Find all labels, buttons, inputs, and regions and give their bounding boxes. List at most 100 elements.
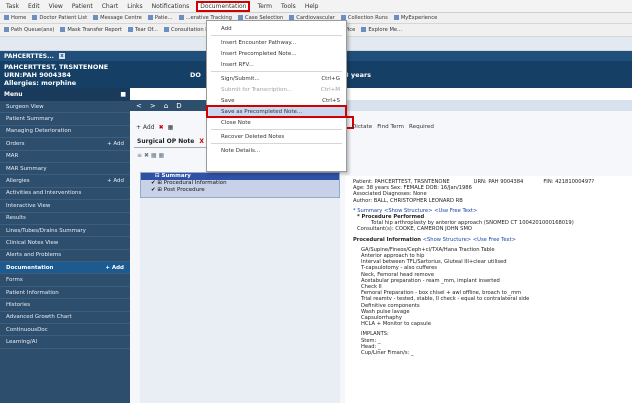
sidebar-item-label: Interactive View: [6, 202, 51, 209]
sidebar-item-label: Histories: [6, 301, 31, 308]
toolbar-link-label: Explore Me...: [368, 27, 403, 33]
toolbar-link-icon: [32, 15, 38, 20]
sidebar-item[interactable]: Surgeon View: [0, 101, 130, 114]
menu-item[interactable]: Recover Deleted Notes: [207, 131, 346, 142]
use-free-text-link[interactable]: <Use Free Text>: [473, 237, 516, 243]
toolbar-link[interactable]: Path Queue(ans): [4, 27, 54, 33]
sidebar-item[interactable]: MAR: [0, 151, 130, 163]
menu-item[interactable]: Insert RFV...: [207, 59, 346, 70]
delete-icon[interactable]: ✖: [144, 152, 149, 159]
sidebar-item[interactable]: Interactive View: [0, 200, 130, 213]
sidebar-item[interactable]: ContinuousDoc: [0, 324, 130, 337]
sidebar-item[interactable]: Managing Deterioration: [0, 126, 130, 139]
add-button[interactable]: + Add: [105, 265, 124, 271]
toolbar-link-icon: [4, 15, 9, 20]
sidebar-item-label: Clinical Notes View: [6, 239, 59, 246]
menu-item-view[interactable]: View: [49, 3, 63, 10]
menu-item[interactable]: Save as Precompleted Note...: [206, 105, 347, 118]
toolbar-link[interactable]: Collection Runs: [340, 15, 388, 21]
toolbar-link[interactable]: Tear Of...: [128, 27, 158, 33]
toolbar-link[interactable]: Patie...: [147, 15, 173, 21]
toolbar-link[interactable]: Message Centre: [93, 15, 142, 21]
menu-item-help[interactable]: Help: [305, 3, 319, 10]
procedural-info-heading: Procedural Information: [353, 236, 421, 243]
sidebar-item[interactable]: Advanced Growth Chart: [0, 312, 130, 325]
nav-label[interactable]: D: [176, 102, 181, 110]
menu-item[interactable]: Insert Encounter Pathway...: [207, 37, 346, 48]
sidebar-item[interactable]: Clinical Notes View: [0, 237, 130, 250]
sidebar-item-label: MAR Summary: [6, 165, 47, 172]
menu-item[interactable]: Note Details...: [207, 145, 346, 156]
sidebar-item[interactable]: Histories: [0, 299, 130, 312]
add-button[interactable]: + Add: [107, 141, 124, 147]
show-structure-link[interactable]: <Show Structure>: [423, 237, 471, 243]
toolbar-link[interactable]: Home: [4, 15, 26, 21]
forward-icon[interactable]: >: [150, 102, 156, 110]
toolbar-link-icon: [178, 15, 184, 20]
grid-icon[interactable]: ▦: [151, 152, 157, 159]
expand-icon[interactable]: ≡: [137, 152, 142, 159]
sidebar-item[interactable]: Activities and Interventions: [0, 188, 130, 201]
sidebar-item[interactable]: Patient Information: [0, 287, 130, 300]
tree-item[interactable]: ⊟ Summary: [141, 173, 339, 180]
add-button[interactable]: + Add: [136, 124, 155, 131]
menu-item[interactable]: Sign/Submit... Ctrl+G: [207, 73, 346, 84]
menu-item[interactable]: Insert Precompleted Note...: [207, 48, 346, 59]
summary-link[interactable]: * Summary: [353, 208, 382, 214]
sidebar-item[interactable]: Orders + Add: [0, 138, 130, 151]
menu-item-term[interactable]: Term: [257, 3, 272, 10]
menu-item[interactable]: Save Ctrl+S: [207, 95, 346, 106]
close-icon[interactable]: x: [58, 53, 65, 59]
menu-item-patient[interactable]: Patient: [72, 3, 93, 10]
close-icon[interactable]: X: [199, 138, 204, 145]
sidebar-item[interactable]: Patient Summary: [0, 113, 130, 126]
save-icon[interactable]: ▦: [168, 124, 174, 131]
toolbar-link-label: Message Centre: [100, 15, 142, 21]
sidebar-item-label: Learning/Al: [6, 339, 38, 346]
sidebar-item-label: Results: [6, 215, 26, 222]
menu-item-links[interactable]: Links: [127, 3, 142, 10]
sidebar-item[interactable]: Documentation + Add: [0, 262, 130, 275]
menu-item-edit[interactable]: Edit: [28, 3, 40, 10]
banner-do: DO: [190, 71, 201, 79]
cancel-icon[interactable]: ✖: [159, 124, 164, 131]
tool-find-term[interactable]: Find Term: [377, 124, 404, 130]
sidebar-item[interactable]: Lines/Tubes/Drains Summary: [0, 225, 130, 238]
menu-item-chart[interactable]: Chart: [102, 3, 119, 10]
menu-item-documentation[interactable]: Documentation: [196, 0, 251, 12]
menu-item[interactable]: Add: [207, 23, 346, 34]
pin-icon[interactable]: ■: [120, 91, 126, 98]
menu-item[interactable]: Close Note: [207, 117, 346, 128]
menu-item-task[interactable]: Task: [6, 3, 19, 10]
sidebar-item[interactable]: Forms: [0, 274, 130, 287]
sidebar-item[interactable]: MAR Summary: [0, 163, 130, 176]
add-button[interactable]: + Add: [107, 178, 124, 184]
toolbar-link[interactable]: Mask Transfer Report: [60, 27, 122, 33]
show-structure-link[interactable]: <Show Structure>: [384, 208, 432, 214]
home-icon[interactable]: ⌂: [164, 102, 168, 110]
sidebar-item[interactable]: Alerts and Problems: [0, 250, 130, 263]
tool-required[interactable]: Required: [409, 124, 434, 130]
table-icon[interactable]: ▦: [159, 152, 165, 159]
tree-item[interactable]: ✔ ⊞ Procedural Information: [141, 180, 339, 187]
tool-dictate[interactable]: Dictate: [352, 124, 372, 130]
toolbar-link[interactable]: MyExperience: [393, 15, 437, 21]
back-icon[interactable]: <: [136, 102, 142, 110]
menu-item-notifications[interactable]: Notifications: [152, 3, 190, 10]
note-urn: URN: PAH 9004384: [473, 179, 524, 185]
toolbar-link-label: Home: [11, 15, 27, 21]
sidebar-item[interactable]: Learning/Al: [0, 336, 130, 349]
menu-item-label: Submit for Transcription...: [221, 86, 293, 93]
toolbar-link[interactable]: Explore Me...: [361, 27, 402, 33]
tree-item[interactable]: ✔ ⊞ Post Procedure: [141, 187, 339, 194]
note-fin: FIN: 42181000497?: [543, 179, 595, 185]
use-free-text-link[interactable]: <Use Free Text>: [434, 208, 477, 214]
sidebar-item[interactable]: Results: [0, 213, 130, 225]
tree-panel: [140, 198, 340, 403]
menu-item[interactable]: Submit for Transcription... Ctrl+M: [207, 84, 346, 95]
menu-item-tools[interactable]: Tools: [281, 3, 296, 10]
sidebar-item[interactable]: Allergies + Add: [0, 175, 130, 188]
tree-item-label: Post Procedure: [163, 187, 205, 193]
toolbar-link[interactable]: Doctor Patient List: [32, 15, 87, 21]
sidebar-header: Menu ■: [0, 88, 130, 101]
